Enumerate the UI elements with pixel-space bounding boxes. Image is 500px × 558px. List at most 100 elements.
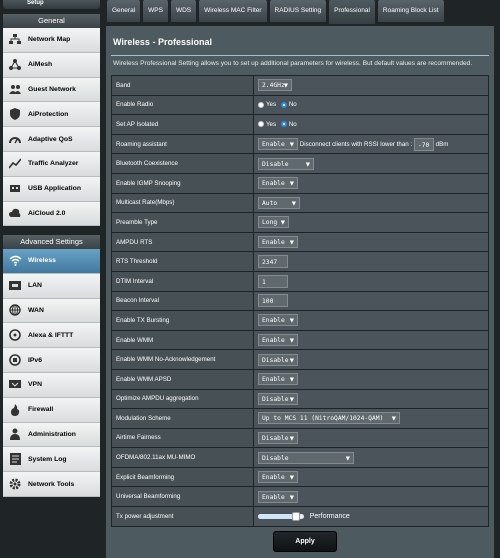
sidebar-item-label: WAN	[28, 306, 44, 314]
sidebar-item-system-log[interactable]: System Log	[3, 447, 100, 473]
explicit-beamforming-label: Explicit Beamforming	[111, 466, 254, 488]
ofdma-select[interactable]: Disable ▼	[258, 451, 354, 464]
ap-isolated-no[interactable]: No	[280, 121, 297, 128]
sidebar-item-label: Traffic Analyzer	[28, 160, 79, 168]
sidebar-item-alexa-ifttt[interactable]: Alexa & IFTTT	[3, 323, 100, 349]
sidebar-item-label: Guest Network	[28, 85, 76, 93]
band-select[interactable]: 2.4GHz ▼	[258, 79, 292, 92]
row-ofdma: OFDMA/802.11ax MU-MIMO Disable ▼	[111, 447, 489, 468]
firewall-icon	[8, 403, 22, 416]
bluetooth-coexistence-select[interactable]: Disable ▼	[258, 157, 314, 170]
row-universal-beamforming: Universal Beamforming Enable ▼	[111, 486, 489, 508]
rssi-threshold-input[interactable]: -70	[413, 137, 434, 151]
preamble-type-label: Preamble Type	[111, 212, 254, 233]
sidebar-item-aiprotection[interactable]: AiProtection	[3, 102, 100, 128]
sidebar-item-network-map[interactable]: Network Map	[3, 28, 100, 53]
sidebar-item-ipv6[interactable]: IPv6	[3, 348, 100, 373]
chevron-down-icon: ▼	[280, 220, 285, 227]
sidebar-item-aicloud[interactable]: AiCloud 2.0	[3, 201, 100, 227]
cloud-icon	[8, 207, 22, 219]
tab-wps[interactable]: WPS	[143, 0, 168, 22]
rts-threshold-input[interactable]: 2347	[258, 255, 288, 269]
radio-button-icon	[258, 101, 264, 108]
guest-network-icon	[8, 83, 22, 95]
sidebar-item-wireless[interactable]: Wireless	[3, 249, 100, 274]
tx-power-slider[interactable]	[258, 511, 304, 521]
wmm-select[interactable]: Enable ▼	[258, 334, 298, 347]
sidebar-item-vpn[interactable]: VPN	[3, 372, 100, 398]
sidebar-item-wan[interactable]: WAN	[3, 298, 100, 324]
modulation-scheme-select[interactable]: Up to MCS 11 (NitroQAM/1024-QAM) ▼	[258, 412, 400, 425]
setup-button[interactable]: Setup	[3, 0, 100, 9]
chevron-down-icon: ▼	[289, 181, 294, 188]
general-header: General	[3, 14, 100, 28]
tab-bar: General WPS WDS Wireless MAC Filter RADI…	[107, 0, 447, 24]
system-log-icon	[8, 453, 22, 466]
roaming-assistant-select[interactable]: Enable ▼	[258, 138, 298, 151]
sidebar-item-administration[interactable]: Administration	[3, 422, 100, 448]
band-value: 2.4GHz	[262, 82, 285, 90]
sidebar-item-traffic-analyzer[interactable]: Traffic Analyzer	[3, 151, 100, 177]
row-ampdu-aggregation: Optimize AMPDU aggregation Disable ▼	[111, 388, 489, 410]
rssi-description: Disconnect clients with RSSI lower than …	[299, 140, 413, 148]
wmm-apsd-select[interactable]: Enable ▼	[258, 373, 298, 386]
igmp-snooping-select[interactable]: Enable ▼	[258, 177, 298, 190]
chevron-down-icon: ▼	[289, 396, 294, 403]
dtim-interval-input[interactable]: 1	[258, 274, 288, 288]
advanced-menu: Advanced Settings Wireless LAN WAN Alexa…	[3, 235, 100, 497]
enable-radio-yes[interactable]: Yes	[258, 101, 276, 108]
multicast-rate-select[interactable]: Auto ▼	[258, 196, 300, 209]
universal-beamforming-select[interactable]: Enable ▼	[258, 490, 298, 503]
tab-wds[interactable]: WDS	[170, 0, 197, 22]
ipv6-icon	[8, 354, 22, 366]
ampdu-aggregation-value: Disable	[262, 395, 289, 403]
sidebar-item-label: Network Map	[28, 36, 71, 44]
row-beacon-interval: Beacon Interval 100	[111, 290, 489, 312]
wmm-no-ack-select[interactable]: Disable ▼	[258, 353, 298, 366]
wmm-apsd-label: Enable WMM APSD	[111, 368, 254, 390]
tab-wireless-mac-filter[interactable]: Wireless MAC Filter	[199, 0, 267, 22]
sidebar-item-lan[interactable]: LAN	[3, 273, 100, 299]
beacon-interval-input[interactable]: 100	[258, 294, 288, 308]
ampdu-aggregation-select[interactable]: Disable ▼	[258, 392, 298, 405]
tx-power-label: Tx power adjustment	[111, 506, 254, 527]
administration-icon	[8, 428, 22, 441]
sidebar-item-network-tools[interactable]: Network Tools	[3, 472, 100, 497]
apply-button[interactable]: Apply	[273, 531, 337, 552]
enable-radio-no[interactable]: No	[280, 101, 297, 109]
row-airtime-fairness: Airtime Fairness Disable ▼	[111, 427, 489, 449]
sidebar-item-firewall[interactable]: Firewall	[3, 397, 100, 423]
airtime-fairness-value: Disable	[262, 434, 289, 442]
ap-isolated-yes[interactable]: Yes	[258, 121, 276, 128]
tab-general[interactable]: General	[107, 0, 141, 22]
sidebar-item-usb-application[interactable]: USB Application	[3, 176, 100, 202]
sidebar-item-aimesh[interactable]: AiMesh	[3, 52, 100, 78]
sidebar-item-label: USB Application	[28, 185, 81, 193]
multicast-rate-label: Multicast Rate(Mbps)	[111, 192, 254, 214]
row-igmp-snooping: Enable IGMP Snooping Enable ▼	[111, 172, 489, 194]
explicit-beamforming-select[interactable]: Enable ▼	[258, 471, 298, 484]
tab-radius-setting[interactable]: RADIUS Setting	[269, 0, 327, 22]
settings-table: Band 2.4GHz ▼ Enable Radio Yes No Set AP …	[111, 75, 489, 527]
sidebar-item-label: VPN	[28, 381, 42, 389]
tx-bursting-select[interactable]: Enable ▼	[258, 314, 298, 327]
tab-roaming-block-list[interactable]: Roaming Block List	[377, 0, 444, 22]
preamble-type-select[interactable]: Long ▼	[258, 216, 289, 229]
airtime-fairness-select[interactable]: Disable ▼	[258, 431, 298, 444]
sidebar-item-adaptive-qos[interactable]: Adaptive QoS	[3, 127, 100, 152]
wifi-icon	[8, 255, 22, 267]
radio-button-selected-icon	[280, 121, 287, 128]
ampdu-rts-select[interactable]: Enable ▼	[258, 236, 298, 249]
tab-professional[interactable]: Professional	[329, 0, 375, 24]
usb-icon	[8, 183, 22, 195]
sidebar-item-label: Administration	[28, 430, 76, 438]
ampdu-rts-value: Enable	[262, 239, 285, 247]
explicit-beamforming-value: Enable	[262, 474, 285, 482]
lan-icon	[8, 280, 22, 292]
radio-no-label: No	[288, 101, 297, 109]
chevron-down-icon: ▼	[289, 377, 294, 384]
vpn-icon	[8, 379, 22, 391]
tx-power-slider-handle[interactable]	[292, 511, 301, 521]
sidebar-item-guest-network[interactable]: Guest Network	[3, 77, 100, 103]
sidebar-item-label: AiProtection	[28, 110, 69, 118]
